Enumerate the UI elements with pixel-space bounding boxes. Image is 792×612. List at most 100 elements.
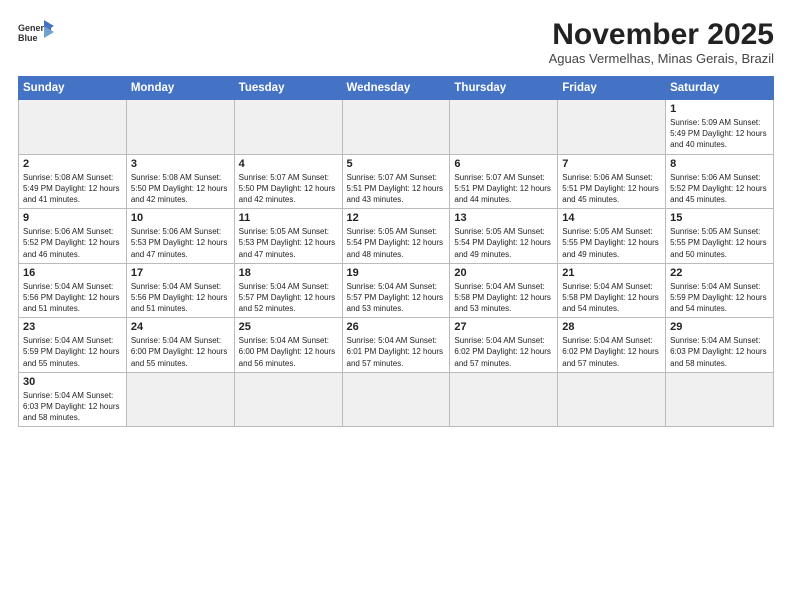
day-number: 29 bbox=[670, 321, 769, 333]
day-info: Sunrise: 5:05 AM Sunset: 5:55 PM Dayligh… bbox=[562, 226, 661, 260]
calendar-cell: 25Sunrise: 5:04 AM Sunset: 6:00 PM Dayli… bbox=[234, 318, 342, 373]
day-info: Sunrise: 5:04 AM Sunset: 5:57 PM Dayligh… bbox=[347, 281, 446, 315]
day-number: 10 bbox=[131, 212, 230, 224]
day-number: 1 bbox=[670, 103, 769, 115]
calendar-cell: 5 Sunrise: 5:07 AM Sunset: 5:51 PM Daylig… bbox=[342, 154, 450, 209]
day-number: 5 bbox=[347, 158, 446, 170]
day-number: 26 bbox=[347, 321, 446, 333]
day-number: 16 bbox=[23, 267, 122, 279]
calendar-cell: 24Sunrise: 5:04 AM Sunset: 6:00 PM Dayli… bbox=[126, 318, 234, 373]
calendar-cell: 28Sunrise: 5:04 AM Sunset: 6:02 PM Dayli… bbox=[558, 318, 666, 373]
day-number: 23 bbox=[23, 321, 122, 333]
title-area: November 2025 Aguas Vermelhas, Minas Ger… bbox=[549, 18, 774, 66]
calendar-cell: 21Sunrise: 5:04 AM Sunset: 5:58 PM Dayli… bbox=[558, 263, 666, 318]
day-number: 17 bbox=[131, 267, 230, 279]
calendar-table: SundayMondayTuesdayWednesdayThursdayFrid… bbox=[18, 76, 774, 427]
calendar-cell: 1 Sunrise: 5:09 AM Sunset: 5:49 PM Daylig… bbox=[666, 100, 774, 155]
calendar-cell: 11Sunrise: 5:05 AM Sunset: 5:53 PM Dayli… bbox=[234, 209, 342, 264]
subtitle: Aguas Vermelhas, Minas Gerais, Brazil bbox=[549, 51, 774, 66]
calendar-cell bbox=[450, 100, 558, 155]
day-info: Sunrise: 5:04 AM Sunset: 6:03 PM Dayligh… bbox=[670, 335, 769, 369]
calendar-cell: 30 Sunrise: 5:04 AM Sunset: 6:03 PM Dayli… bbox=[19, 372, 127, 427]
day-number: 6 bbox=[454, 158, 553, 170]
day-number: 21 bbox=[562, 267, 661, 279]
day-info: Sunrise: 5:04 AM Sunset: 6:02 PM Dayligh… bbox=[562, 335, 661, 369]
calendar-cell: 9 Sunrise: 5:06 AM Sunset: 5:52 PM Daylig… bbox=[19, 209, 127, 264]
header: General Blue November 2025 Aguas Vermelh… bbox=[18, 18, 774, 66]
day-info: Sunrise: 5:04 AM Sunset: 6:00 PM Dayligh… bbox=[131, 335, 230, 369]
day-info: Sunrise: 5:06 AM Sunset: 5:53 PM Dayligh… bbox=[131, 226, 230, 260]
day-info: Sunrise: 5:06 AM Sunset: 5:52 PM Dayligh… bbox=[23, 226, 122, 260]
day-info: Sunrise: 5:04 AM Sunset: 6:03 PM Dayligh… bbox=[23, 390, 122, 424]
day-info: Sunrise: 5:07 AM Sunset: 5:51 PM Dayligh… bbox=[347, 172, 446, 206]
weekday-header-sunday: Sunday bbox=[19, 77, 127, 100]
day-number: 9 bbox=[23, 212, 122, 224]
calendar-cell bbox=[342, 372, 450, 427]
day-info: Sunrise: 5:04 AM Sunset: 5:56 PM Dayligh… bbox=[131, 281, 230, 315]
logo-svg: General Blue bbox=[18, 18, 54, 48]
weekday-header-wednesday: Wednesday bbox=[342, 77, 450, 100]
day-number: 14 bbox=[562, 212, 661, 224]
calendar-cell: 3 Sunrise: 5:08 AM Sunset: 5:50 PM Daylig… bbox=[126, 154, 234, 209]
day-info: Sunrise: 5:09 AM Sunset: 5:49 PM Dayligh… bbox=[670, 117, 769, 151]
day-info: Sunrise: 5:06 AM Sunset: 5:51 PM Dayligh… bbox=[562, 172, 661, 206]
calendar-cell: 29 Sunrise: 5:04 AM Sunset: 6:03 PM Dayli… bbox=[666, 318, 774, 373]
day-info: Sunrise: 5:05 AM Sunset: 5:55 PM Dayligh… bbox=[670, 226, 769, 260]
day-info: Sunrise: 5:04 AM Sunset: 6:01 PM Dayligh… bbox=[347, 335, 446, 369]
calendar-cell: 27 Sunrise: 5:04 AM Sunset: 6:02 PM Dayli… bbox=[450, 318, 558, 373]
weekday-header-monday: Monday bbox=[126, 77, 234, 100]
month-title: November 2025 bbox=[549, 18, 774, 51]
calendar-cell bbox=[558, 100, 666, 155]
day-info: Sunrise: 5:04 AM Sunset: 5:57 PM Dayligh… bbox=[239, 281, 338, 315]
calendar-cell bbox=[342, 100, 450, 155]
calendar-cell: 13 Sunrise: 5:05 AM Sunset: 5:54 PM Dayli… bbox=[450, 209, 558, 264]
day-number: 30 bbox=[23, 376, 122, 388]
day-number: 27 bbox=[454, 321, 553, 333]
day-info: Sunrise: 5:04 AM Sunset: 5:59 PM Dayligh… bbox=[670, 281, 769, 315]
day-number: 7 bbox=[562, 158, 661, 170]
weekday-header-tuesday: Tuesday bbox=[234, 77, 342, 100]
calendar-cell: 2 Sunrise: 5:08 AM Sunset: 5:49 PM Daylig… bbox=[19, 154, 127, 209]
day-info: Sunrise: 5:07 AM Sunset: 5:50 PM Dayligh… bbox=[239, 172, 338, 206]
calendar-cell: 17 Sunrise: 5:04 AM Sunset: 5:56 PM Dayli… bbox=[126, 263, 234, 318]
calendar-cell: 18Sunrise: 5:04 AM Sunset: 5:57 PM Dayli… bbox=[234, 263, 342, 318]
day-info: Sunrise: 5:08 AM Sunset: 5:49 PM Dayligh… bbox=[23, 172, 122, 206]
calendar-cell: 20Sunrise: 5:04 AM Sunset: 5:58 PM Dayli… bbox=[450, 263, 558, 318]
day-info: Sunrise: 5:04 AM Sunset: 5:56 PM Dayligh… bbox=[23, 281, 122, 315]
calendar-cell: 16 Sunrise: 5:04 AM Sunset: 5:56 PM Dayli… bbox=[19, 263, 127, 318]
day-info: Sunrise: 5:04 AM Sunset: 6:02 PM Dayligh… bbox=[454, 335, 553, 369]
calendar-cell: 10 Sunrise: 5:06 AM Sunset: 5:53 PM Dayli… bbox=[126, 209, 234, 264]
day-info: Sunrise: 5:05 AM Sunset: 5:53 PM Dayligh… bbox=[239, 226, 338, 260]
calendar-week-4: 16 Sunrise: 5:04 AM Sunset: 5:56 PM Dayli… bbox=[19, 263, 774, 318]
day-info: Sunrise: 5:07 AM Sunset: 5:51 PM Dayligh… bbox=[454, 172, 553, 206]
day-number: 4 bbox=[239, 158, 338, 170]
weekday-header-saturday: Saturday bbox=[666, 77, 774, 100]
calendar-week-2: 2 Sunrise: 5:08 AM Sunset: 5:49 PM Daylig… bbox=[19, 154, 774, 209]
day-number: 12 bbox=[347, 212, 446, 224]
calendar-cell bbox=[234, 372, 342, 427]
calendar-week-1: 1 Sunrise: 5:09 AM Sunset: 5:49 PM Daylig… bbox=[19, 100, 774, 155]
calendar-cell: 22 Sunrise: 5:04 AM Sunset: 5:59 PM Dayli… bbox=[666, 263, 774, 318]
calendar-cell bbox=[126, 372, 234, 427]
logo: General Blue bbox=[18, 18, 54, 48]
calendar-cell bbox=[558, 372, 666, 427]
day-info: Sunrise: 5:06 AM Sunset: 5:52 PM Dayligh… bbox=[670, 172, 769, 206]
calendar-cell: 7 Sunrise: 5:06 AM Sunset: 5:51 PM Daylig… bbox=[558, 154, 666, 209]
calendar-cell bbox=[19, 100, 127, 155]
day-number: 2 bbox=[23, 158, 122, 170]
calendar-cell: 8 Sunrise: 5:06 AM Sunset: 5:52 PM Daylig… bbox=[666, 154, 774, 209]
day-info: Sunrise: 5:05 AM Sunset: 5:54 PM Dayligh… bbox=[454, 226, 553, 260]
day-info: Sunrise: 5:05 AM Sunset: 5:54 PM Dayligh… bbox=[347, 226, 446, 260]
day-number: 8 bbox=[670, 158, 769, 170]
calendar-week-3: 9 Sunrise: 5:06 AM Sunset: 5:52 PM Daylig… bbox=[19, 209, 774, 264]
day-number: 19 bbox=[347, 267, 446, 279]
day-info: Sunrise: 5:04 AM Sunset: 5:59 PM Dayligh… bbox=[23, 335, 122, 369]
day-info: Sunrise: 5:08 AM Sunset: 5:50 PM Dayligh… bbox=[131, 172, 230, 206]
day-number: 22 bbox=[670, 267, 769, 279]
calendar-week-6: 30 Sunrise: 5:04 AM Sunset: 6:03 PM Dayli… bbox=[19, 372, 774, 427]
calendar-cell bbox=[450, 372, 558, 427]
calendar-cell bbox=[126, 100, 234, 155]
day-number: 15 bbox=[670, 212, 769, 224]
day-number: 13 bbox=[454, 212, 553, 224]
day-number: 3 bbox=[131, 158, 230, 170]
